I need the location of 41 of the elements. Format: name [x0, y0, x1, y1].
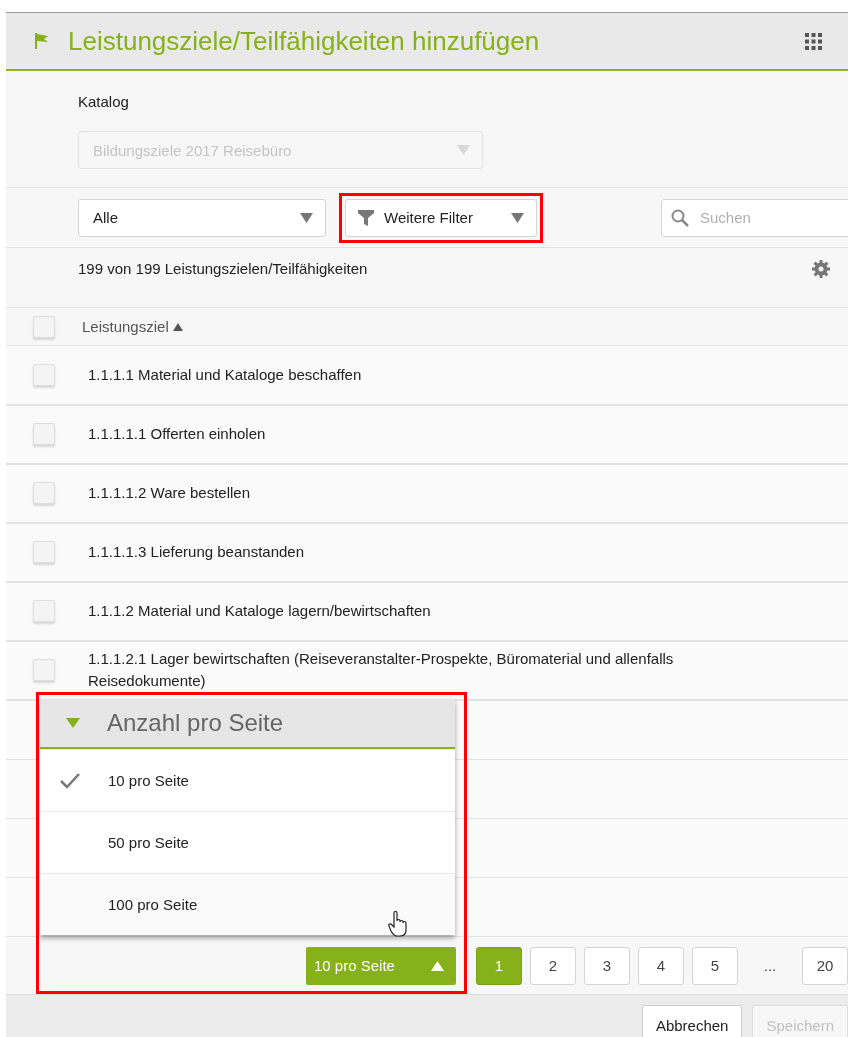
- caret-icon: [300, 212, 313, 223]
- goal-label: 1.1.1.1.2 Ware bestellen: [88, 483, 252, 503]
- caret-icon: [66, 718, 80, 728]
- menu-item[interactable]: 50 pro Seite: [40, 811, 455, 873]
- page-button[interactable]: 2: [530, 946, 576, 985]
- filter-icon: [358, 209, 374, 226]
- flag-icon: [34, 33, 48, 49]
- page-button[interactable]: 3: [584, 946, 630, 985]
- sort-arrow-icon[interactable]: [172, 322, 183, 331]
- type-select[interactable]: Alle: [78, 198, 326, 237]
- checkbox[interactable]: [33, 600, 55, 622]
- goal-label: 1.1.1.1 Material und Kataloge beschaffen: [88, 365, 363, 385]
- result-count: 199 von 199 Leistungszielen/Teilfähigkeiten: [78, 260, 368, 277]
- menu-item[interactable]: 10 pro Seite: [40, 749, 455, 811]
- checkbox[interactable]: [33, 659, 55, 681]
- checkbox[interactable]: [33, 315, 55, 338]
- more-filters-button[interactable]: Weitere Filter: [345, 198, 537, 237]
- goal-label: 1.1.1.2.1 Lager bewirtschaften (Reiseveranstalter-Prospekte, Büromaterial und allenfalls Reisedokumente): [88, 649, 675, 691]
- goal-label: 1.1.1.1.3 Lieferung beanstanden: [88, 542, 305, 562]
- checkbox[interactable]: [33, 364, 55, 386]
- column-header[interactable]: Leistungsziel: [82, 318, 169, 335]
- checkbox[interactable]: [33, 541, 55, 563]
- checkbox[interactable]: [33, 482, 55, 504]
- menu-title: Anzahl pro Seite: [107, 709, 284, 737]
- page-button[interactable]: 20: [802, 946, 848, 985]
- caret-icon: [511, 212, 524, 223]
- caret-icon: [457, 145, 470, 155]
- search-field[interactable]: Suchen: [661, 198, 848, 237]
- menu-item[interactable]: 100 pro Seite: [40, 873, 455, 935]
- page-button[interactable]: 5: [692, 946, 738, 985]
- pagination-ellipsis: ...: [762, 957, 778, 974]
- apps-grid-icon[interactable]: [805, 32, 822, 50]
- catalog-label: Katalog: [78, 93, 129, 112]
- settings-icon[interactable]: [812, 260, 830, 278]
- goal-label: 1.1.1.2 Material und Kataloge lagern/bewirtschaften: [88, 601, 432, 621]
- page-button[interactable]: 4: [638, 946, 684, 985]
- goal-label: 1.1.1.1.1 Offerten einholen: [88, 424, 267, 444]
- dialog-title: Leistungsziele/Teilfähigkeiten hinzufügen: [68, 25, 541, 57]
- cancel-button[interactable]: Abbrechen: [641, 1005, 743, 1037]
- checkbox[interactable]: [33, 423, 55, 445]
- caret-icon: [431, 960, 444, 971]
